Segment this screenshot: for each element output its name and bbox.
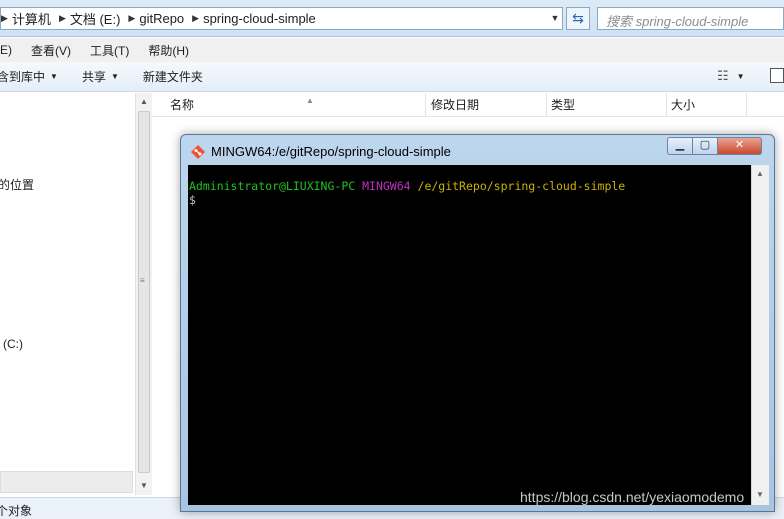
chevron-down-icon: ▼ [50,72,58,81]
column-date-modified[interactable]: 修改日期 [427,93,547,117]
breadcrumb-separator[interactable]: ▶ [128,13,135,24]
maximize-button[interactable]: ▢ [693,137,718,155]
prompt-path: /e/gitRepo/spring-cloud-simple [417,179,626,193]
status-item-count: 个对象 [0,504,33,518]
new-folder-button[interactable]: 新建文件夹 [143,68,203,85]
menu-edit[interactable]: (E) [0,43,20,57]
column-name-label: 名称 [170,98,195,112]
view-list-icon: ☷ [717,68,729,83]
scroll-up-icon[interactable]: ▲ [140,97,148,106]
column-size-label: 大小 [671,98,696,112]
menu-tools[interactable]: 工具(T) [79,42,137,59]
nav-item-selected[interactable] [0,471,133,493]
column-type[interactable]: 类型 [547,93,667,117]
breadcrumb-drive-e[interactable]: 文档 (E:) [66,9,129,28]
watermark: https://blog.csdn.net/yexiaomodemo [520,489,745,505]
scrollbar-thumb[interactable] [138,111,150,473]
breadcrumb-separator[interactable]: ▶ [1,13,8,24]
column-date-label: 修改日期 [431,98,480,112]
breadcrumb-spring-cloud-simple[interactable]: spring-cloud-simple [199,11,324,26]
preview-pane-icon[interactable] [770,68,784,83]
chevron-down-icon: ▼ [110,72,119,81]
column-type-label: 类型 [551,98,576,112]
include-in-library-button[interactable]: 含到库中 ▼ [0,68,58,85]
terminal-scrollbar[interactable]: ▲ ▼ [751,165,769,505]
column-name[interactable]: 名称 ▲ [166,93,426,117]
breadcrumb-gitrepo[interactable]: gitRepo [135,11,192,26]
window-controls: ▁ ▢ ✕ [667,137,762,155]
menu-help[interactable]: 帮助(H) [137,42,197,59]
close-button[interactable]: ✕ [718,137,762,155]
terminal-title: MINGW64:/e/gitRepo/spring-cloud-simple [211,144,451,159]
share-button[interactable]: 共享 ▼ [82,68,119,85]
command-line[interactable]: $ [189,193,751,207]
minimize-button[interactable]: ▁ [667,137,693,155]
nav-item-recent-places[interactable]: 的位置 [0,176,34,193]
menu-bar: (E) 查看(V) 工具(T) 帮助(H) [0,38,784,62]
file-list-header: 名称 ▲ 修改日期 类型 大小 [152,93,784,117]
prompt-host: MINGW64 [362,179,411,193]
chevron-down-icon: ▼ [736,71,745,81]
scrollbar-grip-icon: ≡ [140,276,145,285]
share-label: 共享 [81,70,106,84]
scroll-down-icon[interactable]: ▼ [756,490,764,499]
new-folder-label: 新建文件夹 [142,70,203,84]
prompt-line: Administrator@LIUXING-PC MINGW64 /e/gitR… [189,179,751,193]
address-bar: ▶ 计算机 ▶ 文档 (E:) ▶ gitRepo ▶ spring-cloud… [0,0,784,37]
nav-item-drive-c[interactable]: (C:) [3,337,23,351]
scroll-down-icon[interactable]: ▼ [140,481,148,490]
scroll-up-icon[interactable]: ▲ [756,169,764,178]
navigation-pane: 的位置 (C:) [0,93,135,495]
command-toolbar: 含到库中 ▼ 共享 ▼ 新建文件夹 [0,62,784,92]
refresh-icon[interactable]: ⇆ [566,7,590,30]
terminal-screen[interactable]: Administrator@LIUXING-PC MINGW64 /e/gitR… [188,165,751,505]
menu-view[interactable]: 查看(V) [20,42,79,59]
breadcrumb-separator[interactable]: ▶ [59,13,66,24]
git-bash-icon [191,145,205,159]
change-view-button[interactable]: ☷ ▼ [717,66,757,86]
sort-ascending-icon: ▲ [306,96,314,105]
breadcrumb-separator[interactable]: ▶ [192,13,199,24]
breadcrumb[interactable]: ▶ 计算机 ▶ 文档 (E:) ▶ gitRepo ▶ spring-cloud… [0,7,563,30]
nav-scrollbar[interactable]: ▲ ≡ ▼ [135,93,152,495]
include-in-library-label: 含到库中 [0,70,46,84]
chevron-down-icon[interactable]: ▼ [548,10,562,26]
terminal-window[interactable]: MINGW64:/e/gitRepo/spring-cloud-simple ▁… [180,134,775,512]
column-size[interactable]: 大小 [667,93,747,117]
breadcrumb-computer[interactable]: 计算机 [8,9,59,28]
search-input[interactable]: 搜索 spring-cloud-simple [597,7,784,30]
prompt-user: Administrator@LIUXING-PC [189,179,356,193]
